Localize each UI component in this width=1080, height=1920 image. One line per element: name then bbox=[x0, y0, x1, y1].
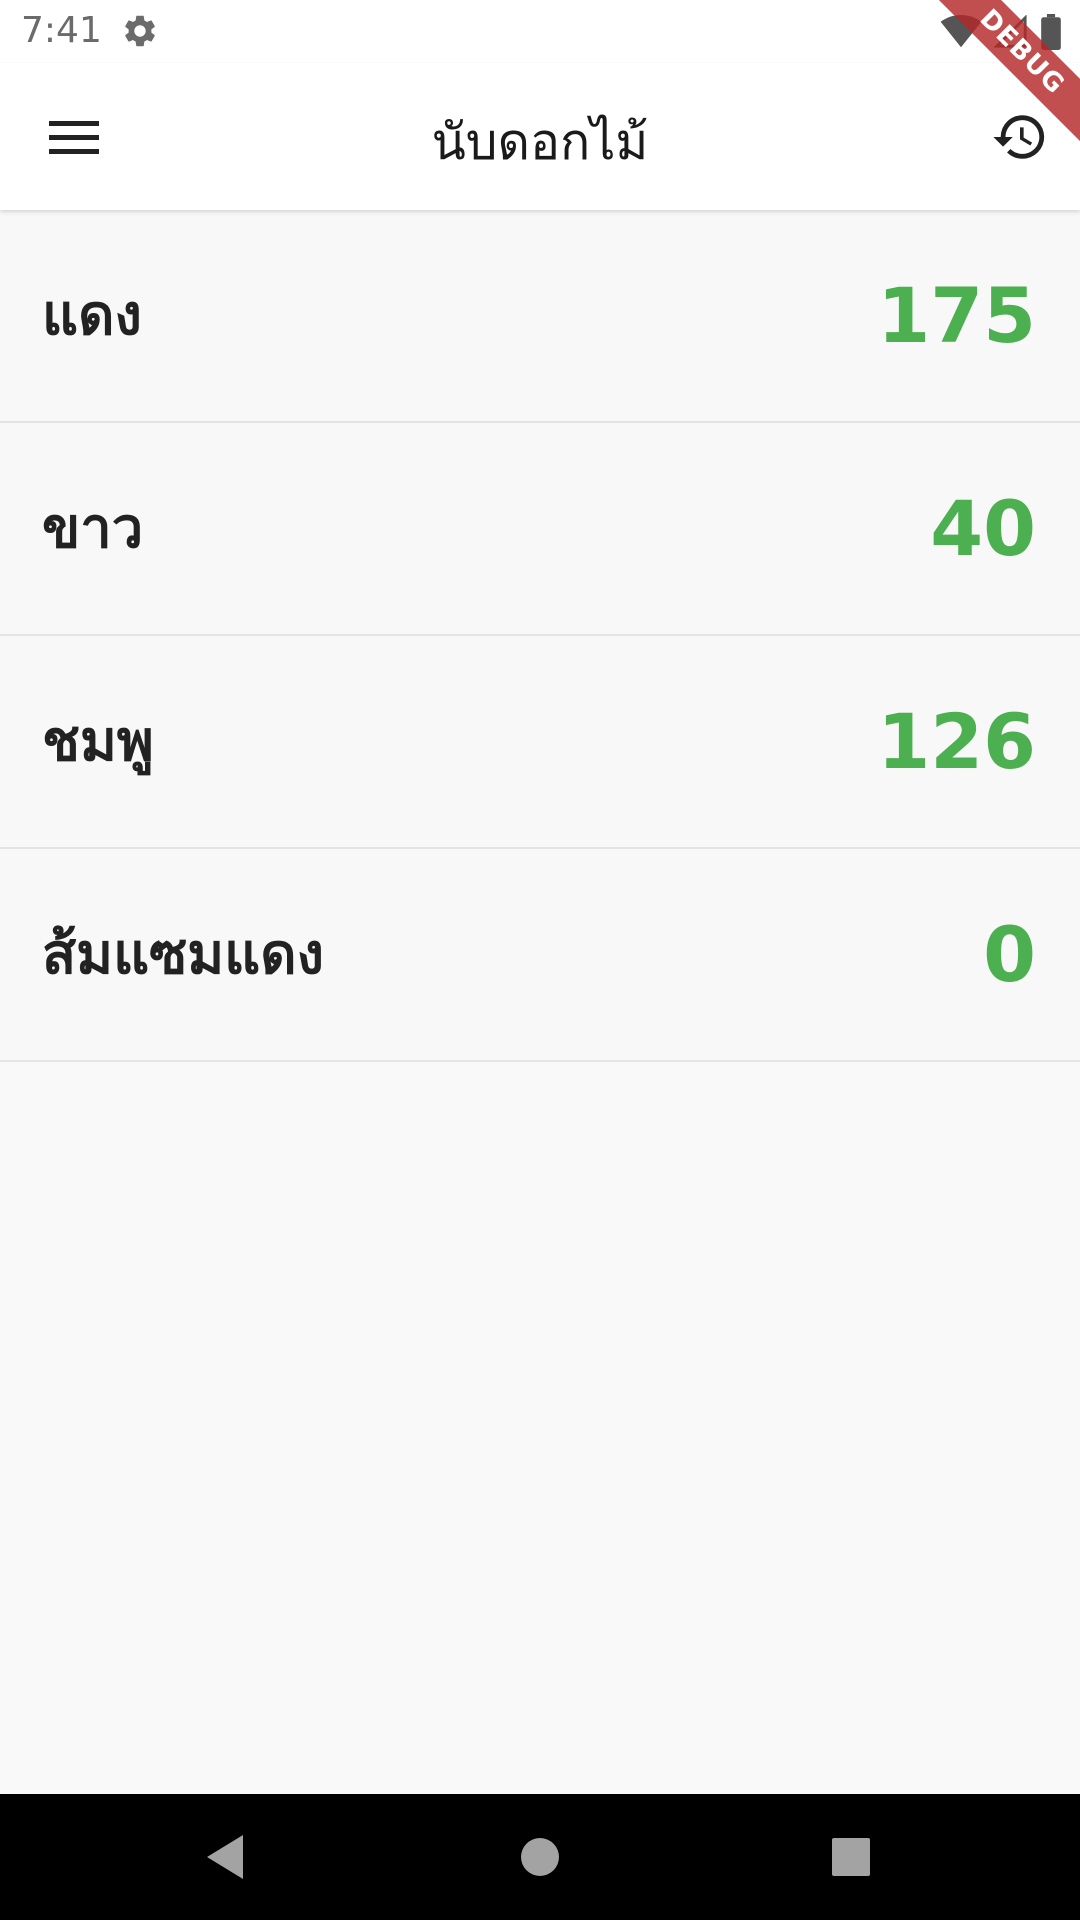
flower-count: 0 bbox=[983, 910, 1036, 999]
gear-icon bbox=[125, 15, 155, 47]
app-bar: นับดอกไม้ bbox=[0, 63, 1080, 210]
history-icon bbox=[993, 115, 1045, 159]
navigation-bar bbox=[0, 1794, 1080, 1920]
recents-button[interactable] bbox=[821, 1827, 881, 1887]
flower-count: 175 bbox=[877, 271, 1036, 360]
back-button[interactable] bbox=[195, 1827, 255, 1887]
flower-name: ชมพู bbox=[42, 709, 154, 774]
flower-count: 126 bbox=[877, 697, 1036, 786]
back-icon bbox=[207, 1835, 243, 1879]
home-icon bbox=[521, 1838, 559, 1876]
home-button[interactable] bbox=[510, 1827, 570, 1887]
flower-list: แดง 175 ขาว 40 ชมพู 126 ส้มแซมแดง 0 bbox=[0, 210, 1080, 1062]
list-item[interactable]: แดง 175 bbox=[0, 210, 1080, 423]
flower-name: แดง bbox=[42, 283, 142, 348]
app-title: นับดอกไม้ bbox=[431, 113, 649, 171]
status-bar: 7:41 bbox=[0, 0, 1080, 63]
flower-count: 40 bbox=[930, 484, 1036, 573]
list-item[interactable]: ขาว 40 bbox=[0, 423, 1080, 636]
flower-name: ขาว bbox=[42, 496, 144, 561]
list-item[interactable]: ชมพู 126 bbox=[0, 636, 1080, 849]
recents-icon bbox=[832, 1838, 870, 1876]
list-item[interactable]: ส้มแซมแดง 0 bbox=[0, 849, 1080, 1062]
flower-name: ส้มแซมแดง bbox=[42, 922, 324, 987]
status-time: 7:41 bbox=[21, 10, 102, 51]
